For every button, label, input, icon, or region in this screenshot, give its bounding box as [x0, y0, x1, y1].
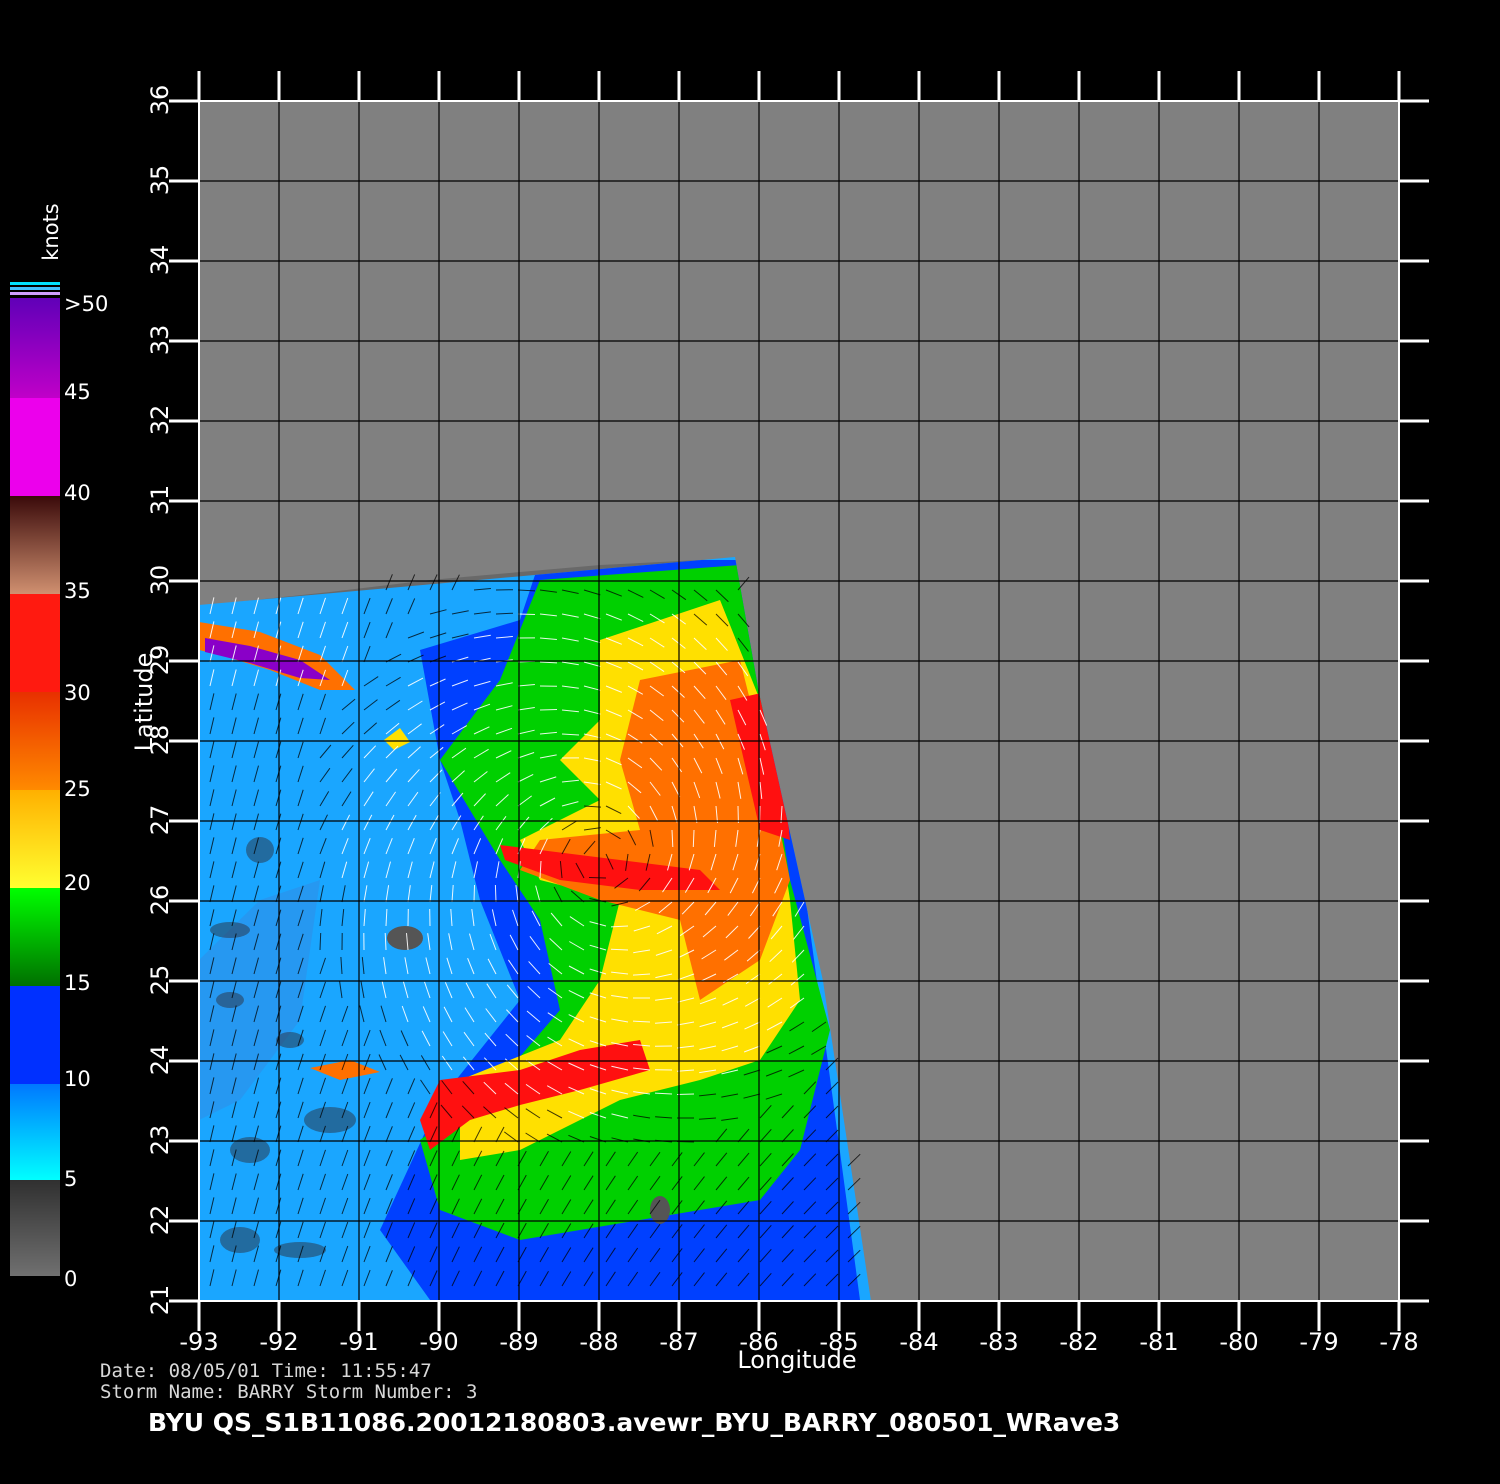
lon-tick-label: -88 [579, 1328, 618, 1356]
swath-region-low-wind [220, 1227, 260, 1253]
swath-region-low-wind [304, 1107, 356, 1133]
x-axis-title: Longitude [737, 1346, 856, 1374]
colorbar-band-5-10 [10, 1084, 60, 1180]
colorbar-band-40-45 [10, 398, 60, 496]
lon-tick-label: -79 [1299, 1328, 1338, 1356]
lat-tick-label: 26 [146, 885, 174, 916]
island-cuba-point [387, 926, 423, 950]
wind-vector [320, 933, 321, 950]
lon-tick-label: -80 [1219, 1328, 1258, 1356]
wind-speed-colorbar: knots >50 45 40 35 30 25 20 15 10 5 0 [10, 203, 108, 1291]
colorbar-band-0-5 [10, 1180, 60, 1276]
lat-tick-label: 34 [146, 245, 174, 276]
lon-tick-label: -87 [659, 1328, 698, 1356]
lon-tick-label: -92 [259, 1328, 298, 1356]
swath-region-low-wind [246, 837, 274, 863]
lon-tick-label: -81 [1139, 1328, 1178, 1356]
lon-tick-label: -78 [1379, 1328, 1418, 1356]
lon-tick-label: -93 [179, 1328, 218, 1356]
colorbar-band-10-15 [10, 986, 60, 1084]
y-axis-title: Latitude [130, 653, 158, 752]
lon-tick-label: -84 [899, 1328, 938, 1356]
colorbar-band-15-20 [10, 888, 60, 986]
lat-tick-label: 23 [146, 1125, 174, 1156]
colorbar-band-30-35 [10, 594, 60, 692]
colorbar-label: 45 [64, 380, 91, 404]
colorbar-label: 40 [64, 481, 91, 505]
wind-vector [540, 710, 557, 711]
colorbar-label: 25 [64, 777, 91, 801]
lat-tick-label: 32 [146, 405, 174, 436]
colorbar-stripe [10, 282, 60, 285]
colorbar-label: >50 [64, 292, 108, 316]
plot-area [199, 101, 1399, 1301]
lat-tick-label: 36 [146, 85, 174, 116]
storm-info-text: Storm Name: BARRY Storm Number: 3 [100, 1381, 478, 1403]
colorbar-stripe [10, 287, 60, 290]
wind-map-figure: -93 -92 -91 -90 -89 -88 -87 -86 -85 -84 … [0, 0, 1500, 1480]
colorbar-band-25-30 [10, 692, 60, 790]
lat-tick-label: 22 [146, 1205, 174, 1236]
colorbar-label: 30 [64, 681, 91, 705]
colorbar-label: 35 [64, 579, 91, 603]
lon-tick-label: -82 [1059, 1328, 1098, 1356]
colorbar-label: 0 [64, 1267, 77, 1291]
lat-tick-label: 21 [146, 1285, 174, 1316]
scatterometer-wind-map: -93 -92 -91 -90 -89 -88 -87 -86 -85 -84 … [0, 0, 1500, 1480]
colorbar-label: 10 [64, 1067, 91, 1091]
colorbar-unit-label: knots [39, 203, 63, 261]
lon-tick-label: -89 [499, 1328, 538, 1356]
wind-vector [589, 878, 606, 879]
wind-vector [474, 885, 475, 902]
lat-tick-label: 30 [146, 565, 174, 596]
wind-vector [518, 614, 535, 615]
colorbar-label: 5 [64, 1167, 77, 1191]
lat-tick-label: 31 [146, 485, 174, 516]
colorbar-band-20-25 [10, 790, 60, 888]
product-filename: BYU QS_S1B11086.20012180803.avewr_BYU_BA… [148, 1408, 1120, 1437]
wind-vector [693, 830, 694, 847]
colorbar-band-35-40 [10, 496, 60, 594]
lat-tick-label: 25 [146, 965, 174, 996]
colorbar-label: 15 [64, 971, 91, 995]
lat-tick-label: 24 [146, 1045, 174, 1076]
colorbar-stripe [10, 292, 60, 295]
swath-region-low-wind [210, 922, 250, 938]
lon-tick-label: -83 [979, 1328, 1018, 1356]
colorbar-band-45-50 [10, 298, 60, 398]
lat-tick-label: 33 [146, 325, 174, 356]
lat-tick-label: 27 [146, 805, 174, 836]
date-time-text: Date: 08/05/01 Time: 11:55:47 [100, 1360, 432, 1382]
wind-vector [495, 885, 496, 902]
lat-tick-label: 35 [146, 165, 174, 196]
lon-tick-label: -91 [339, 1328, 378, 1356]
colorbar-label: 20 [64, 871, 91, 895]
lon-tick-label: -90 [419, 1328, 458, 1356]
swath-region-low-wind [216, 992, 244, 1008]
